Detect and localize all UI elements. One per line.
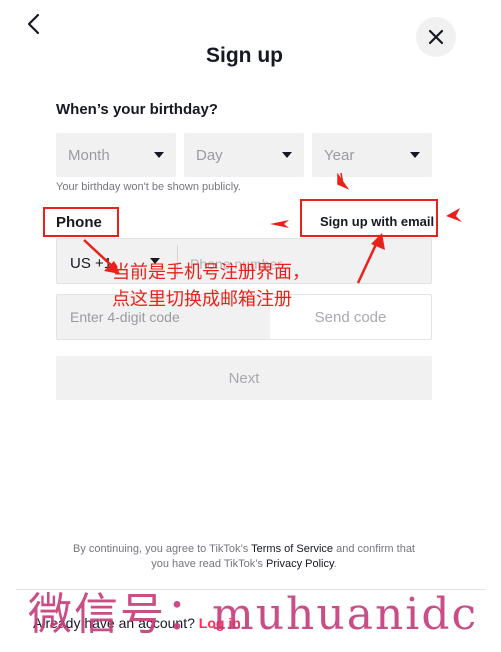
- arrow-icon: [371, 233, 385, 250]
- watermark-text: 微信号：muhuanidc: [28, 589, 479, 640]
- arrow-icon: [83, 239, 113, 267]
- arrow-icon: [356, 239, 380, 284]
- arrow-icon: [270, 220, 289, 228]
- annotation-arrows: [83, 172, 462, 284]
- arrow-icon: [104, 261, 120, 274]
- arrow-icon: [446, 208, 462, 222]
- arrow-icon: [337, 172, 350, 190]
